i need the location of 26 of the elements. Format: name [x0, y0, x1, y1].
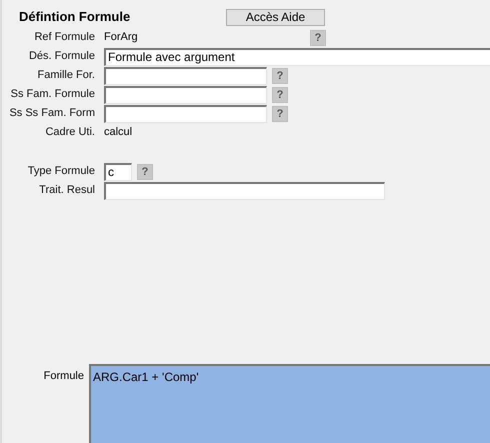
- input-field[interactable]: c: [104, 162, 132, 180]
- field-label: Ss Ss Fam. Form: [8, 106, 96, 122]
- input-field[interactable]: [104, 104, 267, 122]
- input-field[interactable]: Formule avec argument: [104, 48, 490, 66]
- field-label: Trait. Resul: [38, 183, 96, 198]
- field-label: Famille For.: [36, 68, 96, 84]
- help-button[interactable]: ?: [137, 164, 153, 180]
- form-title: Défintion Formule: [19, 8, 132, 26]
- field-label: Type Formule: [26, 164, 96, 180]
- input-field[interactable]: [104, 66, 267, 84]
- field-label: Formule: [42, 369, 84, 384]
- field-label: Ss Fam. Formule: [10, 87, 96, 102]
- formula-text: ARG.Car1 + 'Comp': [93, 370, 199, 384]
- help-access-button[interactable]: Accès Aide: [226, 8, 325, 26]
- field-label: Ref Formule: [33, 30, 96, 46]
- field-label: Cadre Uti.: [44, 125, 96, 140]
- input-field[interactable]: [104, 182, 385, 200]
- input-field[interactable]: [104, 86, 267, 104]
- help-button[interactable]: ?: [272, 68, 288, 84]
- field-value: ForArg: [104, 30, 139, 46]
- help-button[interactable]: ?: [272, 106, 288, 122]
- help-button[interactable]: ?: [310, 30, 326, 46]
- field-label: Dés. Formule: [28, 49, 96, 64]
- help-button[interactable]: ?: [272, 86, 288, 102]
- formula-field[interactable]: ARG.Car1 + 'Comp': [89, 364, 490, 443]
- field-value: calcul: [104, 125, 134, 140]
